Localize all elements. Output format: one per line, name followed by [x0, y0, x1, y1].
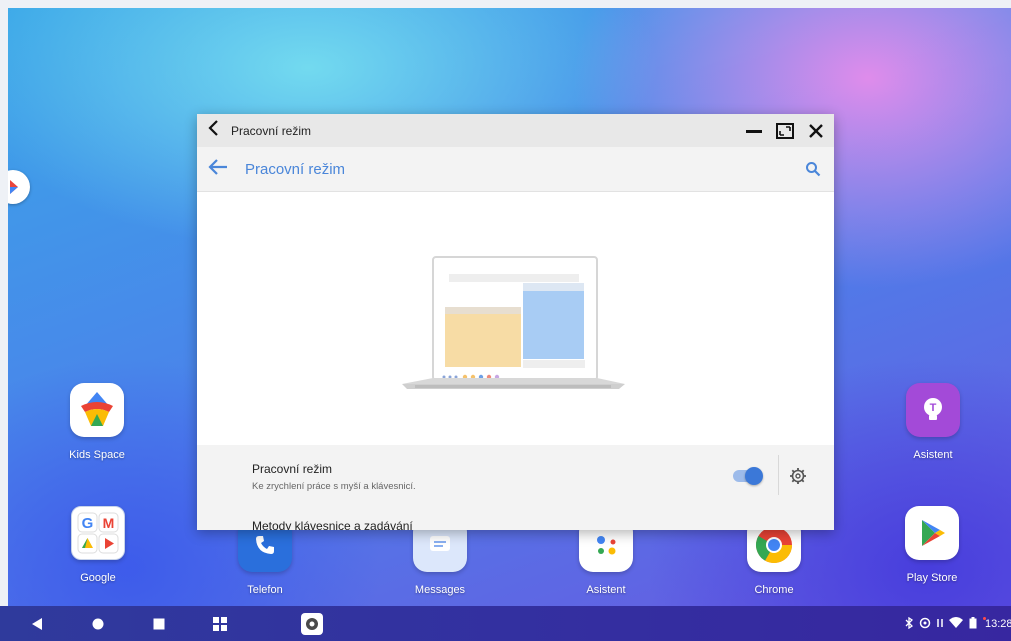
app-label: Messages [414, 584, 466, 596]
sync-icon [919, 617, 931, 629]
clock: 13:28 [985, 618, 1011, 630]
app-bar: Pracovní režim [197, 147, 834, 192]
search-button[interactable] [805, 161, 821, 182]
app-label: Asistent [913, 449, 953, 461]
setting-row-work-mode[interactable]: Pracovní režim Ke zrychlení práce s myší… [197, 445, 834, 505]
wifi-icon [949, 617, 963, 628]
edge-shortcut-icon[interactable] [8, 170, 30, 204]
bluetooth-icon [905, 617, 913, 629]
svg-text:G: G [82, 515, 94, 532]
nav-recents-icon [153, 618, 165, 629]
lightbulb-assistant-icon: T [906, 383, 960, 437]
setting-title: Metody klávesnice a zadávání [252, 519, 413, 530]
status-area[interactable] [905, 616, 986, 629]
app-kids-space[interactable]: Kids Space [42, 383, 152, 461]
nav-home-icon [92, 618, 104, 629]
chevron-left-icon [208, 120, 218, 136]
app-label: Telefon [247, 584, 283, 596]
taskbar-settings-app[interactable] [301, 606, 323, 641]
app-drawer-icon [213, 616, 227, 631]
play-store-icon [905, 506, 959, 560]
setting-title: Pracovní režim [252, 462, 333, 476]
window-caption-bar[interactable]: Pracovní režim [197, 114, 834, 147]
appbar-back-button[interactable] [207, 158, 231, 181]
app-label: Asistent [586, 584, 626, 596]
app-window: Pracovní režim Pracovní režim Pracovní r… [197, 114, 834, 530]
app-label: Google [80, 572, 116, 584]
setting-subtitle: Ke zrychlení práce s myší a klávesnicí. [252, 481, 416, 492]
search-icon [806, 162, 821, 177]
app-asistent-right[interactable]: T Asistent [878, 383, 988, 461]
app-play-store[interactable]: Play Store [877, 506, 987, 584]
toggle-thumb [745, 467, 763, 485]
setting-row-keyboard[interactable]: Metody klávesnice a zadávání [197, 507, 834, 530]
maximize-icon [776, 122, 794, 139]
data-activity-icon [937, 619, 943, 627]
settings-list: Pracovní režim Ke zrychlení práce s myší… [197, 445, 834, 530]
laptop-illustration-image [402, 256, 625, 389]
divider [778, 455, 779, 495]
minimize-icon [746, 129, 762, 133]
app-drawer-button[interactable] [208, 606, 232, 641]
app-label: Play Store [906, 572, 958, 584]
nav-back-icon [32, 617, 42, 630]
work-mode-toggle[interactable] [733, 467, 763, 485]
svg-text:M: M [103, 515, 115, 531]
kids-space-icon [70, 383, 124, 437]
minimize-button[interactable] [739, 114, 769, 147]
app-folder-google[interactable]: G M Google [43, 506, 153, 584]
page-title: Pracovní režim [245, 160, 346, 178]
battery-icon [969, 617, 977, 629]
settings-gear-button[interactable] [789, 467, 807, 490]
svg-text:T: T [930, 402, 937, 414]
caption-title: Pracovní režim [231, 123, 312, 138]
laptop-illustration [197, 192, 834, 445]
close-icon [809, 123, 823, 138]
app-label: Chrome [754, 584, 794, 596]
nav-back-button[interactable] [25, 606, 49, 641]
nav-home-button[interactable] [86, 606, 110, 641]
maximize-button[interactable] [770, 114, 800, 147]
system-navigation-bar: 13:28 [0, 606, 1011, 641]
close-button[interactable] [801, 114, 831, 147]
caption-back-button[interactable] [197, 120, 231, 141]
settings-gear-icon [790, 468, 806, 484]
app-label: Kids Space [69, 449, 125, 461]
nav-recents-button[interactable] [147, 606, 171, 641]
settings-app-icon [301, 612, 323, 635]
google-folder-icon: G M [71, 506, 125, 560]
back-arrow-icon [208, 158, 227, 175]
